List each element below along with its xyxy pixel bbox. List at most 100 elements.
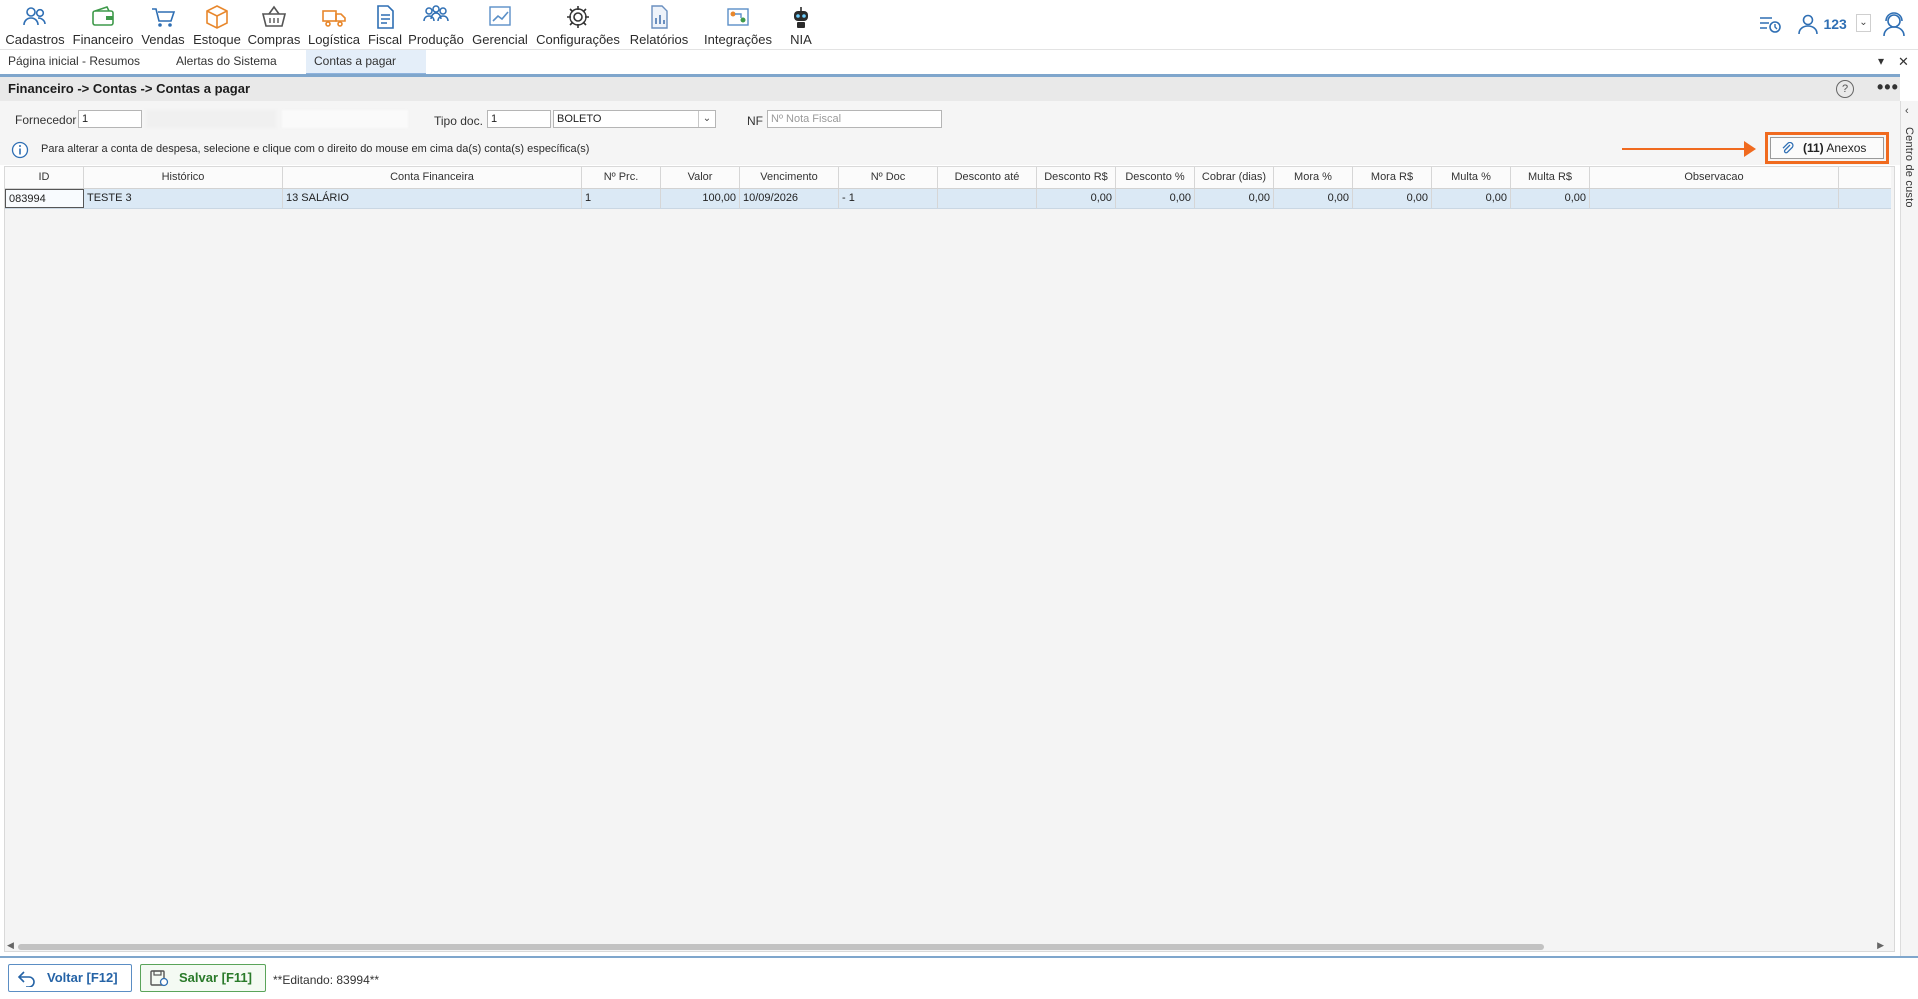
grid-cell[interactable]: [1590, 189, 1839, 208]
column-header[interactable]: Desconto R$: [1037, 167, 1116, 188]
toolbar-item-relatorios[interactable]: Relatórios: [626, 0, 692, 49]
grid-header: ID Histórico Conta Financeira Nº Prc. Va…: [5, 167, 1891, 189]
user-menu[interactable]: 123: [1797, 13, 1847, 35]
grid-cell[interactable]: [938, 189, 1037, 208]
toolbar-label: Cadastros: [5, 32, 65, 47]
grid-cell[interactable]: TESTE 3: [84, 189, 283, 208]
grid-cell[interactable]: 100,00: [661, 189, 740, 208]
column-header[interactable]: Multa R$: [1511, 167, 1590, 188]
toolbar-item-logistica[interactable]: Logística: [306, 0, 362, 49]
toolbar-item-configuracoes[interactable]: Configurações: [535, 0, 621, 49]
tab-label: Alertas do Sistema: [176, 54, 277, 68]
grid-cell[interactable]: 13 SALÁRIO: [283, 189, 582, 208]
scroll-right-icon[interactable]: ▶: [1877, 940, 1884, 951]
tipo-doc-select[interactable]: BOLETO ⌄: [553, 110, 716, 128]
toolbar-item-compras[interactable]: Compras: [246, 0, 302, 49]
toolbar-item-integracoes[interactable]: Integrações: [698, 0, 778, 49]
column-header[interactable]: Multa %: [1432, 167, 1511, 188]
side-panel-centro-de-custo[interactable]: ‹ Centro de custo: [1900, 101, 1918, 963]
column-header[interactable]: Mora %: [1274, 167, 1353, 188]
cart-icon: [152, 8, 176, 27]
column-header[interactable]: Valor: [661, 167, 740, 188]
toolbar-item-financeiro[interactable]: Financeiro: [72, 0, 134, 49]
support-icon[interactable]: [1880, 9, 1908, 42]
tab-pagina-inicial[interactable]: Página inicial - Resumos: [0, 50, 148, 73]
chevron-down-icon[interactable]: ⌄: [1856, 14, 1871, 32]
column-header[interactable]: Conta Financeira: [283, 167, 582, 188]
voltar-button[interactable]: Voltar [F12]: [8, 964, 132, 992]
nf-input[interactable]: [767, 110, 942, 128]
nf-label: NF: [747, 114, 763, 128]
report-icon: [651, 5, 668, 29]
tab-list-icon[interactable]: ▾: [1878, 54, 1884, 68]
grid-cell[interactable]: 0,00: [1432, 189, 1511, 208]
table-row[interactable]: 083994 TESTE 3 13 SALÁRIO 1 100,00 10/09…: [5, 189, 1891, 209]
toolbar-item-cadastros[interactable]: Cadastros: [4, 0, 66, 49]
column-header[interactable]: Mora R$: [1353, 167, 1432, 188]
grid-cell[interactable]: 0,00: [1511, 189, 1590, 208]
grid-cell[interactable]: 083994: [5, 189, 84, 208]
info-icon: [11, 141, 29, 159]
status-text: **Editando: 83994**: [273, 973, 380, 987]
box-icon: [206, 5, 228, 29]
toolbar-label: NIA: [790, 32, 812, 47]
toolbar-item-fiscal[interactable]: Fiscal: [364, 0, 406, 49]
user-label: 123: [1823, 16, 1847, 32]
save-icon: [150, 970, 169, 987]
fornecedor-input[interactable]: [78, 110, 142, 128]
horizontal-scrollbar[interactable]: ◀ ▶: [4, 940, 1887, 951]
toolbar-label: Gerencial: [472, 32, 528, 47]
grid-cell[interactable]: 10/09/2026: [740, 189, 839, 208]
toolbar-label: Vendas: [141, 32, 185, 47]
column-header[interactable]: Cobrar (dias): [1195, 167, 1274, 188]
toolbar-item-producao[interactable]: Produção: [407, 0, 465, 49]
salvar-button[interactable]: Salvar [F11]: [140, 964, 266, 992]
tab-alertas[interactable]: Alertas do Sistema: [168, 50, 285, 73]
grid-cell[interactable]: 0,00: [1195, 189, 1274, 208]
grid-cell[interactable]: 0,00: [1274, 189, 1353, 208]
column-header[interactable]: Nº Prc.: [582, 167, 661, 188]
annotation-arrow: [1622, 148, 1747, 150]
back-arrow-icon: [17, 971, 35, 987]
chevron-left-icon[interactable]: ‹: [1905, 105, 1909, 117]
history-icon[interactable]: [1758, 12, 1782, 41]
scroll-left-icon[interactable]: ◀: [7, 940, 14, 951]
toolbar-item-nia[interactable]: NIA: [782, 0, 820, 49]
grid-cell[interactable]: 0,00: [1116, 189, 1195, 208]
close-icon[interactable]: ✕: [1898, 54, 1909, 70]
filter-form: Fornecedor Tipo doc. BOLETO ⌄ NF Para al…: [0, 101, 1900, 165]
grid-cell[interactable]: 1: [582, 189, 661, 208]
scrollbar-thumb[interactable]: [18, 944, 1544, 950]
info-text: Para alterar a conta de despesa, selecio…: [41, 143, 590, 155]
toolbar-item-gerencial[interactable]: Gerencial: [470, 0, 530, 49]
toolbar-item-estoque[interactable]: Estoque: [191, 0, 243, 49]
grid-cell[interactable]: - 1: [839, 189, 938, 208]
column-header[interactable]: Nº Doc: [839, 167, 938, 188]
toolbar-item-vendas[interactable]: Vendas: [140, 0, 186, 49]
tipo-doc-input[interactable]: [487, 110, 551, 128]
column-header[interactable]: Histórico: [84, 167, 283, 188]
grid-cell[interactable]: 0,00: [1353, 189, 1432, 208]
document-icon: [377, 5, 394, 29]
tipo-doc-label: Tipo doc.: [434, 114, 483, 128]
column-header[interactable]: ID: [5, 167, 84, 188]
tab-contas-a-pagar[interactable]: Contas a pagar: [306, 50, 426, 75]
help-icon[interactable]: ?: [1836, 80, 1854, 98]
annotation-arrow-head: [1744, 141, 1756, 157]
toolbar-label: Integrações: [704, 32, 772, 47]
anexos-button[interactable]: (11) Anexos: [1770, 137, 1884, 159]
toolbar-label: Fiscal: [368, 32, 402, 47]
chevron-down-icon[interactable]: ⌄: [698, 111, 715, 127]
toolbar-label: Financeiro: [72, 32, 134, 47]
column-header[interactable]: Vencimento: [740, 167, 839, 188]
tab-label: Contas a pagar: [314, 54, 397, 68]
more-options-icon[interactable]: •••: [1877, 77, 1899, 98]
tab-label: Página inicial - Resumos: [8, 54, 141, 68]
column-header[interactable]: Desconto até: [938, 167, 1037, 188]
column-header[interactable]: Observacao: [1590, 167, 1839, 188]
toolbar-label: Compras: [247, 32, 301, 47]
column-header[interactable]: Desconto %: [1116, 167, 1195, 188]
gear-icon: [567, 6, 589, 28]
accounts-grid[interactable]: ID Histórico Conta Financeira Nº Prc. Va…: [4, 166, 1895, 952]
grid-cell[interactable]: 0,00: [1037, 189, 1116, 208]
